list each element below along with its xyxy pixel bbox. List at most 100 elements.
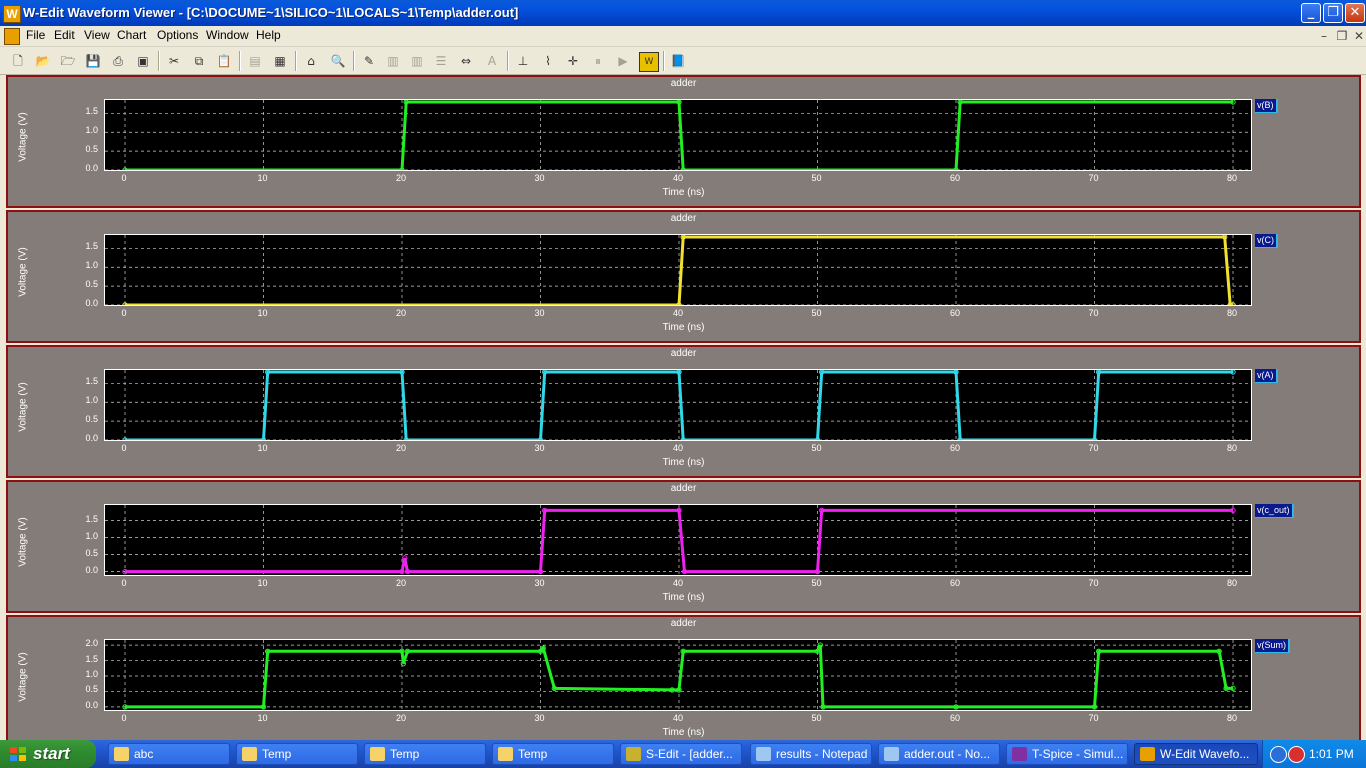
plot-area[interactable] (104, 234, 1252, 306)
group-icon[interactable]: ▤ (246, 52, 264, 70)
menu-view[interactable]: View (84, 28, 110, 44)
taskbar-button[interactable]: Temp (364, 743, 486, 765)
taskbar-button[interactable]: adder.out - No... (878, 743, 1000, 765)
x-tick-label: 60 (949, 443, 960, 453)
wedit-icon[interactable]: W (639, 52, 659, 72)
y-tick-label: 1.0 (85, 125, 98, 136)
help-book-icon[interactable]: 📘 (669, 52, 687, 70)
mdi-minimize-icon[interactable]: – (1317, 29, 1331, 43)
chart-panel[interactable]: adder Voltage (V) 1.5 1.0 0.5 0.0 0 10 20 30 40 50 6… (6, 480, 1361, 613)
menu-window[interactable]: Window (206, 28, 249, 44)
distribute-icon[interactable]: ☰ (432, 52, 450, 70)
ungroup-icon[interactable]: ▦ (271, 52, 289, 70)
y-tick-label: 0.5 (85, 414, 98, 425)
close-icon: ✕ (1349, 5, 1361, 20)
x-axis-label: Time (ns) (662, 727, 705, 738)
print-icon[interactable]: ⎙ (109, 52, 127, 70)
taskbar-button[interactable]: Temp (492, 743, 614, 765)
x-tick-label: 80 (1226, 578, 1237, 588)
chart-panel[interactable]: adder Voltage (V) 1.5 1.0 0.5 0.0 0 10 20 30 40 50 6… (6, 210, 1361, 343)
y-tick-label: 0.5 (85, 684, 98, 695)
plot-area[interactable] (104, 99, 1252, 171)
title-bar[interactable]: W W-Edit Waveform Viewer - [C:\DOCUME~1\… (0, 0, 1366, 26)
taskbar-button[interactable]: Temp (236, 743, 358, 765)
plot-area[interactable] (104, 369, 1252, 441)
open-icon[interactable]: 📂 (34, 52, 52, 70)
taskbar-button-label: abc (134, 747, 154, 761)
start-button[interactable]: start (0, 740, 96, 768)
mdi-restore-icon[interactable]: ❐ (1335, 29, 1349, 43)
x-tick-label: 70 (1088, 308, 1099, 318)
legend-entry[interactable]: v(c_out) (1255, 504, 1294, 518)
cursor-icon[interactable]: ⌇ (539, 52, 557, 70)
menu-chart[interactable]: Chart (117, 28, 146, 44)
x-tick-label: 0 (121, 713, 127, 723)
home-icon[interactable]: ⌂ (302, 52, 320, 70)
chart-panel[interactable]: adder Voltage (V) 1.5 1.0 0.5 0.0 0 10 20 30 40 50 6… (6, 345, 1361, 478)
zoom-icon[interactable]: 🔍 (329, 52, 347, 70)
menu-options[interactable]: Options (157, 28, 198, 44)
notepad-icon (884, 747, 899, 761)
document-icon[interactable] (4, 28, 20, 45)
taskbar-button[interactable]: abc (108, 743, 230, 765)
wedit-icon (1140, 747, 1155, 761)
minimize-icon: _ (1307, 5, 1315, 20)
clock[interactable]: 1:01 PM (1309, 747, 1354, 761)
pause-icon[interactable]: ⏸ (589, 52, 607, 70)
y-tick-label: 1.0 (85, 530, 98, 541)
network-icon[interactable] (1270, 746, 1287, 763)
legend-entry[interactable]: v(Sum) (1255, 639, 1290, 653)
legend-entry[interactable]: v(C) (1255, 234, 1278, 248)
plot-area[interactable] (104, 504, 1252, 576)
minimize-button[interactable]: _ (1301, 3, 1321, 23)
x-tick-label: 10 (257, 443, 268, 453)
menu-edit[interactable]: Edit (54, 28, 75, 44)
security-shield-icon[interactable] (1288, 746, 1305, 763)
window-title: W-Edit Waveform Viewer - [C:\DOCUME~1\SI… (23, 5, 519, 20)
play-icon[interactable]: ▶ (614, 52, 632, 70)
restore-icon: ❐ (1327, 5, 1339, 20)
chart-panel[interactable]: adder Voltage (V) 2.0 1.5 1.0 0.5 0.0 0 10 20 30 40… (6, 615, 1361, 748)
screenshot-icon[interactable]: ▣ (134, 52, 152, 70)
marker-icon[interactable]: ✛ (564, 52, 582, 70)
new-icon[interactable]: 🗋 (9, 52, 27, 70)
x-axis-label: Time (ns) (662, 322, 705, 333)
y-tick-label: 0.5 (85, 547, 98, 558)
close-button[interactable]: ✕ (1345, 3, 1365, 23)
mdi-close-icon[interactable]: ✕ (1352, 29, 1366, 43)
text-icon[interactable]: A (483, 52, 501, 70)
plot-area[interactable] (104, 639, 1252, 711)
arrange-icon[interactable]: ▥ (384, 52, 402, 70)
menu-file[interactable]: File (26, 28, 45, 44)
x-tick-label: 60 (949, 173, 960, 183)
menu-help[interactable]: Help (256, 28, 281, 44)
open-multiple-icon[interactable]: 🗁 (59, 52, 77, 70)
fit-icon[interactable]: ⇔ (457, 52, 475, 70)
y-tick-label: 1.5 (85, 653, 98, 664)
paste-icon[interactable]: 📋 (215, 52, 233, 70)
taskbar-button[interactable]: results - Notepad (750, 743, 872, 765)
taskbar-button[interactable]: S-Edit - [adder... (620, 743, 742, 765)
chart-title: adder (670, 483, 697, 494)
chart-panel[interactable]: adder Voltage (V) 1.5 1.0 0.5 0.0 0 10 20 30 40 50 6… (6, 75, 1361, 208)
x-tick-label: 40 (672, 308, 683, 318)
y-tick-label: 0.0 (85, 298, 98, 308)
y-tick-label: 0.5 (85, 279, 98, 290)
legend-entry[interactable]: v(B) (1255, 99, 1278, 113)
taskbar-button[interactable]: W-Edit Wavefo... (1134, 743, 1258, 765)
cut-icon[interactable]: ✂ (165, 52, 183, 70)
y-axis-label-wrap: Voltage (V) (16, 232, 30, 312)
measure-icon[interactable]: ⊥ (514, 52, 532, 70)
edit-chart-icon[interactable]: ✎ (360, 52, 378, 70)
save-icon[interactable]: 💾 (84, 52, 102, 70)
app-icon[interactable]: W (3, 5, 21, 23)
waveform-svg (105, 505, 1251, 575)
waveform-area: adder Voltage (V) 1.5 1.0 0.5 0.0 0 10 20 30 40 50 6… (0, 75, 1366, 748)
maximize-button[interactable]: ❐ (1323, 3, 1343, 23)
x-tick-label: 20 (395, 308, 406, 318)
copy-icon[interactable]: ⧉ (190, 52, 208, 70)
toolbar-separator (158, 51, 160, 71)
taskbar-button[interactable]: T-Spice - Simul... (1006, 743, 1128, 765)
align-icon[interactable]: ▥ (408, 52, 426, 70)
legend-entry[interactable]: v(A) (1255, 369, 1278, 383)
